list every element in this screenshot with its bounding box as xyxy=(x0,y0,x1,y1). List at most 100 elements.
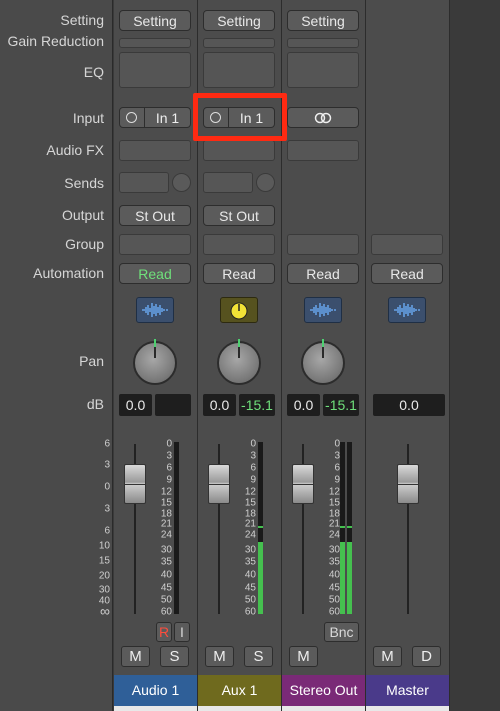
level-meter-right xyxy=(347,442,352,614)
group-slot[interactable] xyxy=(371,234,443,255)
level-meter-left xyxy=(340,442,345,614)
meter-peak-hold xyxy=(347,526,352,528)
output-button[interactable]: St Out xyxy=(203,205,275,226)
pan-knob[interactable] xyxy=(217,339,261,385)
meter-scale: 0 3 6 9 12 15 18 21 24 30 35 40 45 50 60 xyxy=(150,439,172,618)
record-enable-button[interactable]: R xyxy=(156,622,172,642)
automation-mode-button[interactable]: Read xyxy=(203,263,275,284)
setting-button[interactable]: Setting xyxy=(203,10,275,31)
meter-scale-label: 6 xyxy=(250,462,256,474)
input-button[interactable]: In 1 xyxy=(203,107,275,128)
channel-name[interactable]: Aux 1 xyxy=(198,675,281,706)
label-db: dB xyxy=(86,396,104,412)
tuner-icon[interactable] xyxy=(220,297,258,323)
fader-handle[interactable] xyxy=(124,464,146,504)
volume-fader[interactable]: 0 3 6 9 12 15 18 21 24 30 35 40 45 50 60 xyxy=(198,438,281,618)
meter-scale-label: 15 xyxy=(328,497,340,509)
meter-scale-label: 12 xyxy=(160,486,172,498)
fader-handle[interactable] xyxy=(208,464,230,504)
meter-scale-label: 40 xyxy=(244,569,256,581)
send-slot[interactable] xyxy=(203,172,253,193)
channel-name[interactable]: Audio 1 xyxy=(114,675,197,706)
setting-button[interactable]: Setting xyxy=(119,10,191,31)
peak-readout[interactable]: -15.1 xyxy=(323,394,359,416)
eq-thumbnail[interactable] xyxy=(119,52,191,88)
group-slot[interactable] xyxy=(203,234,275,255)
eq-thumbnail[interactable] xyxy=(287,52,359,88)
group-slot[interactable] xyxy=(119,234,191,255)
send-level-knob[interactable] xyxy=(172,173,191,192)
automation-mode-button[interactable]: Read xyxy=(287,263,359,284)
meter-level xyxy=(347,541,352,614)
scale-label: 3 xyxy=(104,459,110,471)
input-button[interactable]: In 1 xyxy=(119,107,191,128)
waveform-icon[interactable] xyxy=(388,297,426,323)
automation-mode-button[interactable]: Read xyxy=(119,263,191,284)
channel-name[interactable]: Master xyxy=(366,675,449,706)
fader-handle[interactable] xyxy=(397,464,419,504)
output-button[interactable]: St Out xyxy=(119,205,191,226)
fader-handle[interactable] xyxy=(292,464,314,504)
mute-button[interactable]: M xyxy=(289,646,318,667)
meter-scale-label: 0 xyxy=(250,438,256,450)
waveform-icon[interactable] xyxy=(136,297,174,323)
pan-knob[interactable] xyxy=(301,339,345,385)
input-format-icon xyxy=(210,112,221,123)
volume-fader[interactable] xyxy=(366,440,449,615)
send-level-knob[interactable] xyxy=(256,173,275,192)
automation-mode-button[interactable]: Read xyxy=(371,263,443,284)
meter-scale-label: 40 xyxy=(160,569,172,581)
meter-scale-label: 60 xyxy=(244,606,256,618)
volume-fader[interactable]: 0 3 6 9 12 15 18 21 24 30 35 40 45 50 60 xyxy=(282,439,365,618)
meter-scale-label: 3 xyxy=(166,450,172,462)
volume-fader[interactable]: 0 3 6 9 12 15 18 21 24 30 35 40 45 50 60 xyxy=(114,439,197,618)
channel-strip-aux-1: Setting In 1 St Out Read 0.0 -15.1 0 3 6… xyxy=(198,0,282,711)
send-slot[interactable] xyxy=(119,172,169,193)
eq-thumbnail[interactable] xyxy=(203,52,275,88)
input-button[interactable] xyxy=(287,107,359,128)
peak-readout[interactable] xyxy=(155,394,191,416)
audio-fx-slot[interactable] xyxy=(203,140,275,161)
volume-readout[interactable]: 0.0 xyxy=(203,394,236,416)
setting-button[interactable]: Setting xyxy=(287,10,359,31)
channel-name[interactable]: Stereo Out xyxy=(282,675,365,706)
input-monitor-button[interactable]: I xyxy=(174,622,190,642)
mute-button[interactable]: M xyxy=(121,646,150,667)
empty-mixer-area xyxy=(450,0,500,711)
meter-scale-label: 35 xyxy=(328,556,340,568)
audio-fx-slot[interactable] xyxy=(119,140,191,161)
gain-reduction-meter xyxy=(119,38,191,48)
label-pan: Pan xyxy=(79,353,104,369)
volume-readout[interactable]: 0.0 xyxy=(373,394,445,416)
volume-readout[interactable]: 0.0 xyxy=(119,394,152,416)
dim-button[interactable]: D xyxy=(412,646,441,667)
label-sends: Sends xyxy=(64,175,104,191)
waveform-icon[interactable] xyxy=(304,297,342,323)
scale-label: 6 xyxy=(104,438,110,450)
meter-scale-label: 30 xyxy=(160,544,172,556)
audio-fx-slot[interactable] xyxy=(287,140,359,161)
meter-peak-hold xyxy=(340,526,345,528)
label-eq: EQ xyxy=(83,64,104,80)
meter-scale-label: 21 xyxy=(160,518,172,530)
label-gain-reduction: Gain Reduction xyxy=(7,33,104,49)
bounce-button[interactable]: Bnc xyxy=(324,622,359,642)
solo-button[interactable]: S xyxy=(244,646,273,667)
meter-scale-label: 60 xyxy=(328,606,340,618)
meter-scale-label: 50 xyxy=(244,594,256,606)
label-group: Group xyxy=(65,236,104,252)
pan-knob[interactable] xyxy=(133,339,177,385)
gain-reduction-meter xyxy=(287,38,359,48)
scale-label: ∞ xyxy=(100,603,110,619)
mute-button[interactable]: M xyxy=(373,646,402,667)
channel-footer xyxy=(282,706,365,711)
scale-label: 10 xyxy=(98,540,110,552)
group-slot[interactable] xyxy=(287,234,359,255)
input-value: In 1 xyxy=(239,109,264,126)
solo-button[interactable]: S xyxy=(160,646,189,667)
peak-readout[interactable]: -15.1 xyxy=(239,394,275,416)
meter-scale-label: 24 xyxy=(160,529,172,541)
mute-button[interactable]: M xyxy=(205,646,234,667)
volume-readout[interactable]: 0.0 xyxy=(287,394,320,416)
meter-scale-label: 12 xyxy=(244,486,256,498)
